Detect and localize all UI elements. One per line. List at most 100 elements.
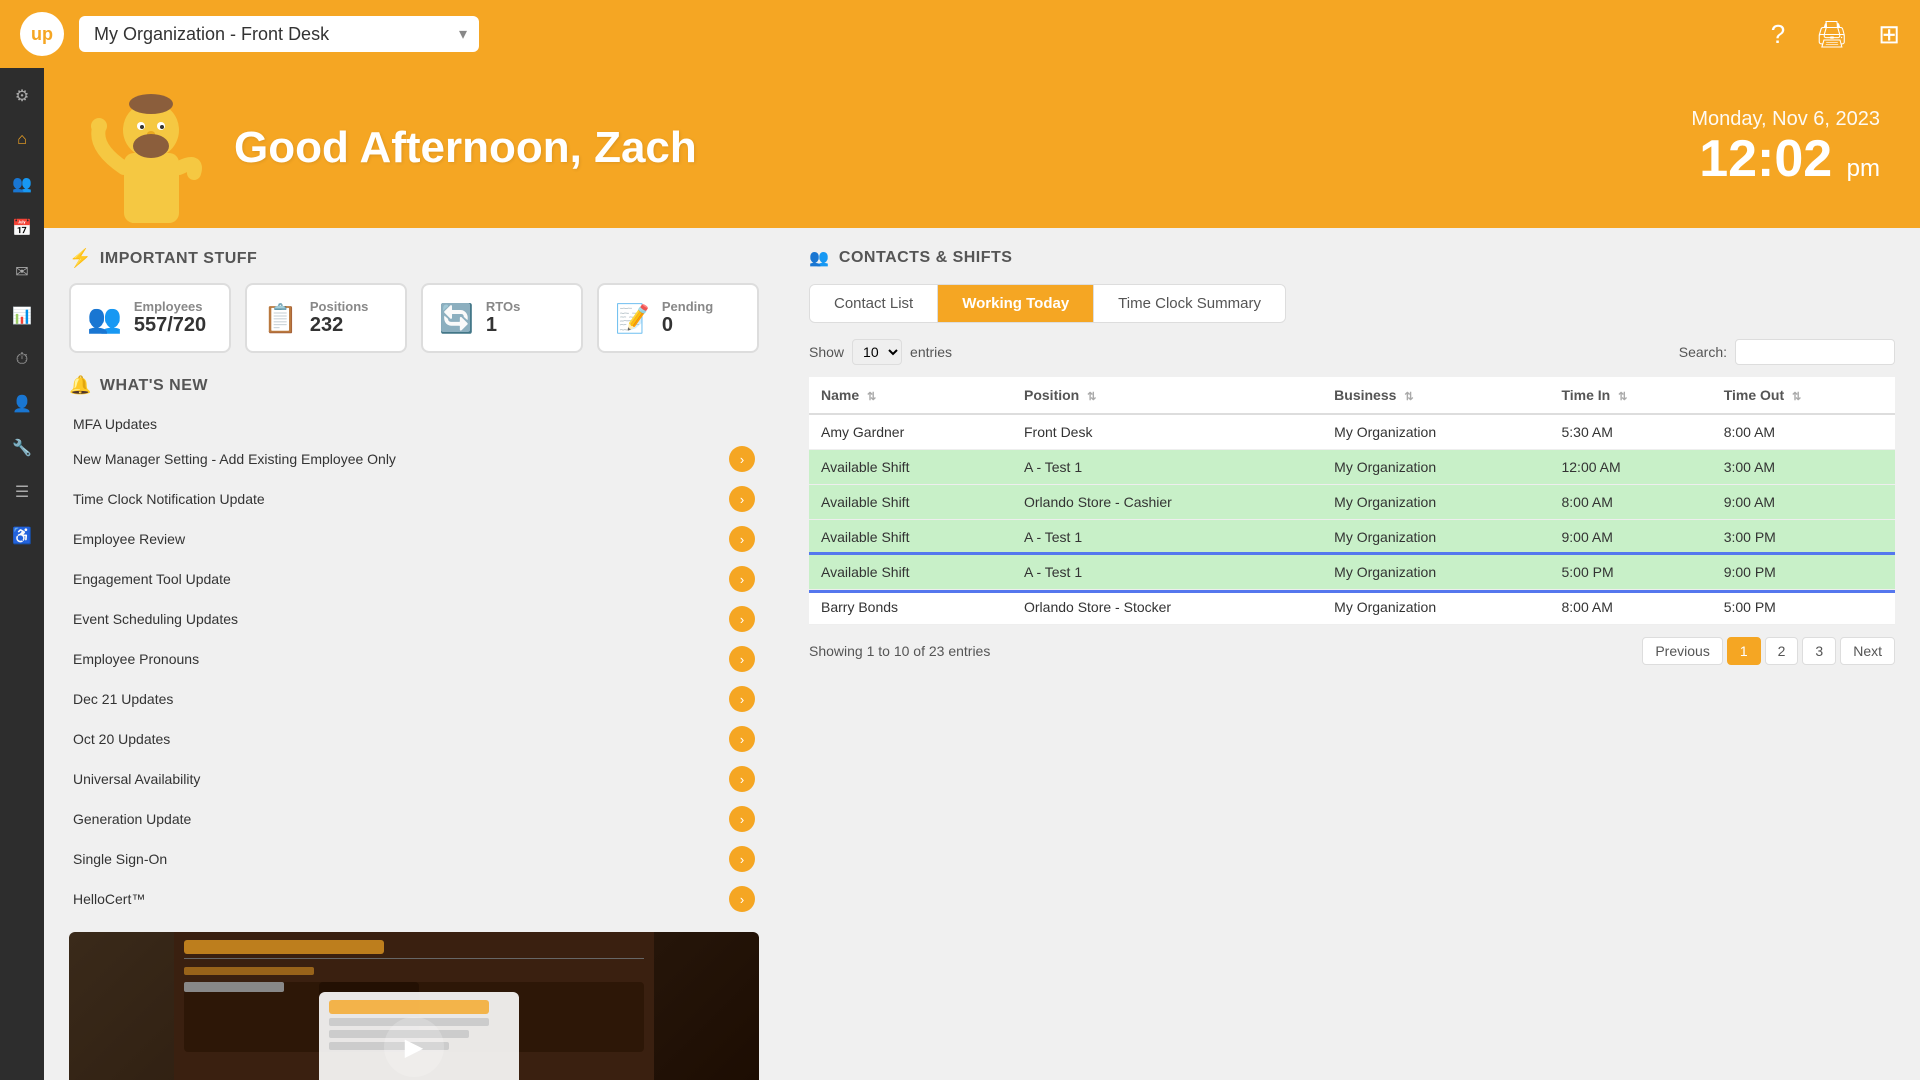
pending-info: Pending 0	[662, 299, 713, 337]
news-item-dec21[interactable]: Dec 21 Updates ›	[69, 680, 759, 718]
print-icon[interactable]: 🖨	[1815, 19, 1848, 50]
table-row[interactable]: Available ShiftOrlando Store - CashierMy…	[809, 485, 1895, 520]
news-arrow-employee-review[interactable]: ›	[729, 526, 755, 552]
positions-icon: 📋	[263, 302, 298, 335]
news-item-hellocert[interactable]: HelloCert™ ›	[69, 880, 759, 918]
stat-pending[interactable]: 📝 Pending 0	[597, 283, 759, 353]
col-time-in[interactable]: Time In ⇅	[1549, 377, 1711, 414]
news-item-manager[interactable]: New Manager Setting - Add Existing Emplo…	[69, 440, 759, 478]
sidebar-list[interactable]: ☰	[4, 474, 40, 510]
news-item-employee-review[interactable]: Employee Review ›	[69, 520, 759, 558]
sidebar-users[interactable]: 👥	[4, 166, 40, 202]
page-3-button[interactable]: 3	[1802, 637, 1836, 665]
news-arrow-dec21[interactable]: ›	[729, 686, 755, 712]
video-player[interactable]: ▶ 2:22	[69, 932, 759, 1080]
sidebar-tools[interactable]: 🔧	[4, 430, 40, 466]
news-arrow-manager[interactable]: ›	[729, 446, 755, 472]
cell-time-out: 5:00 PM	[1712, 590, 1895, 625]
lightning-icon: ⚡	[69, 248, 92, 269]
news-item-pronouns[interactable]: Employee Pronouns ›	[69, 640, 759, 678]
sidebar-accessibility[interactable]: ♿	[4, 518, 40, 554]
news-arrow-generation[interactable]: ›	[729, 806, 755, 832]
employees-info: Employees 557/720	[134, 299, 206, 337]
entries-select[interactable]: 10 25 50	[852, 339, 902, 365]
sidebar-mail[interactable]: ✉	[4, 254, 40, 290]
content: Good Afternoon, Zach Monday, Nov 6, 2023…	[44, 68, 1920, 1080]
tab-working-today[interactable]: Working Today	[938, 285, 1094, 322]
table-row[interactable]: Available ShiftA - Test 1My Organization…	[809, 450, 1895, 485]
table-row[interactable]: Available ShiftA - Test 1My Organization…	[809, 555, 1895, 590]
news-arrow-engagement[interactable]: ›	[729, 566, 755, 592]
table-row[interactable]: Amy GardnerFront DeskMy Organization5:30…	[809, 414, 1895, 450]
help-icon[interactable]: ?	[1771, 19, 1785, 50]
table-body: Amy GardnerFront DeskMy Organization5:30…	[809, 414, 1895, 625]
cell-name: Barry Bonds	[809, 590, 1012, 625]
news-arrow-hellocert[interactable]: ›	[729, 886, 755, 912]
news-label-employee-review: Employee Review	[73, 531, 719, 547]
sidebar-chart[interactable]: 📊	[4, 298, 40, 334]
news-item-timeclock[interactable]: Time Clock Notification Update ›	[69, 480, 759, 518]
grid-icon[interactable]: ⊞	[1878, 19, 1900, 50]
stat-employees[interactable]: 👥 Employees 557/720	[69, 283, 231, 353]
news-item-generation[interactable]: Generation Update ›	[69, 800, 759, 838]
sidebar-settings[interactable]: ⚙	[4, 78, 40, 114]
page-2-button[interactable]: 2	[1765, 637, 1799, 665]
sidebar-clock[interactable]: ⏱	[4, 342, 40, 378]
news-label-pronouns: Employee Pronouns	[73, 651, 719, 667]
table-row[interactable]: Barry BondsOrlando Store - StockerMy Org…	[809, 590, 1895, 625]
news-arrow-timeclock[interactable]: ›	[729, 486, 755, 512]
showing-text: Showing 1 to 10 of 23 entries	[809, 643, 990, 659]
cell-position: A - Test 1	[1012, 555, 1322, 590]
news-arrow-universal[interactable]: ›	[729, 766, 755, 792]
news-label-hellocert: HelloCert™	[73, 891, 719, 907]
org-select[interactable]: My Organization - Front Desk	[79, 16, 479, 52]
news-arrow-pronouns[interactable]: ›	[729, 646, 755, 672]
cell-time-in: 12:00 AM	[1549, 450, 1711, 485]
page-1-button[interactable]: 1	[1727, 637, 1761, 665]
col-position[interactable]: Position ⇅	[1012, 377, 1322, 414]
cell-business: My Organization	[1322, 520, 1549, 555]
news-item-sso[interactable]: Single Sign-On ›	[69, 840, 759, 878]
employees-label: Employees	[134, 299, 206, 314]
hero-time: 12:02 pm	[1691, 131, 1880, 188]
col-name[interactable]: Name ⇅	[809, 377, 1012, 414]
news-item-engagement[interactable]: Engagement Tool Update ›	[69, 560, 759, 598]
entries-label: entries	[910, 344, 952, 360]
mascot-svg	[84, 78, 214, 223]
news-item-mfa[interactable]: MFA Updates	[69, 410, 759, 438]
hero-greeting: Good Afternoon, Zach	[234, 123, 697, 173]
cell-time-out: 9:00 PM	[1712, 555, 1895, 590]
news-arrow-sso[interactable]: ›	[729, 846, 755, 872]
sidebar-person[interactable]: 👤	[4, 386, 40, 422]
logo[interactable]: up	[20, 12, 64, 56]
tab-contact-list[interactable]: Contact List	[810, 285, 938, 322]
search-input[interactable]	[1735, 339, 1895, 365]
pending-label: Pending	[662, 299, 713, 314]
news-item-universal[interactable]: Universal Availability ›	[69, 760, 759, 798]
cell-business: My Organization	[1322, 555, 1549, 590]
table-row[interactable]: Available ShiftA - Test 1My Organization…	[809, 520, 1895, 555]
news-label-timeclock: Time Clock Notification Update	[73, 491, 719, 507]
news-arrow-oct20[interactable]: ›	[729, 726, 755, 752]
cell-time-out: 9:00 AM	[1712, 485, 1895, 520]
col-time-out[interactable]: Time Out ⇅	[1712, 377, 1895, 414]
news-item-oct20[interactable]: Oct 20 Updates ›	[69, 720, 759, 758]
sidebar-home[interactable]: ⌂	[4, 122, 40, 158]
news-list: MFA Updates New Manager Setting - Add Ex…	[69, 410, 759, 918]
employees-icon: 👥	[87, 302, 122, 335]
sidebar-calendar[interactable]: 📅	[4, 210, 40, 246]
next-button[interactable]: Next	[1840, 637, 1895, 665]
news-item-events[interactable]: Event Scheduling Updates ›	[69, 600, 759, 638]
col-business[interactable]: Business ⇅	[1322, 377, 1549, 414]
cell-name: Available Shift	[809, 450, 1012, 485]
prev-button[interactable]: Previous	[1642, 637, 1722, 665]
play-button[interactable]: ▶	[384, 1017, 444, 1077]
news-arrow-events[interactable]: ›	[729, 606, 755, 632]
stat-positions[interactable]: 📋 Positions 232	[245, 283, 407, 353]
hero-date: Monday, Nov 6, 2023	[1691, 108, 1880, 131]
cell-time-in: 5:30 AM	[1549, 414, 1711, 450]
tab-time-clock-summary[interactable]: Time Clock Summary	[1094, 285, 1285, 322]
cell-business: My Organization	[1322, 414, 1549, 450]
cell-name: Available Shift	[809, 520, 1012, 555]
stat-rtos[interactable]: 🔄 RTOs 1	[421, 283, 583, 353]
